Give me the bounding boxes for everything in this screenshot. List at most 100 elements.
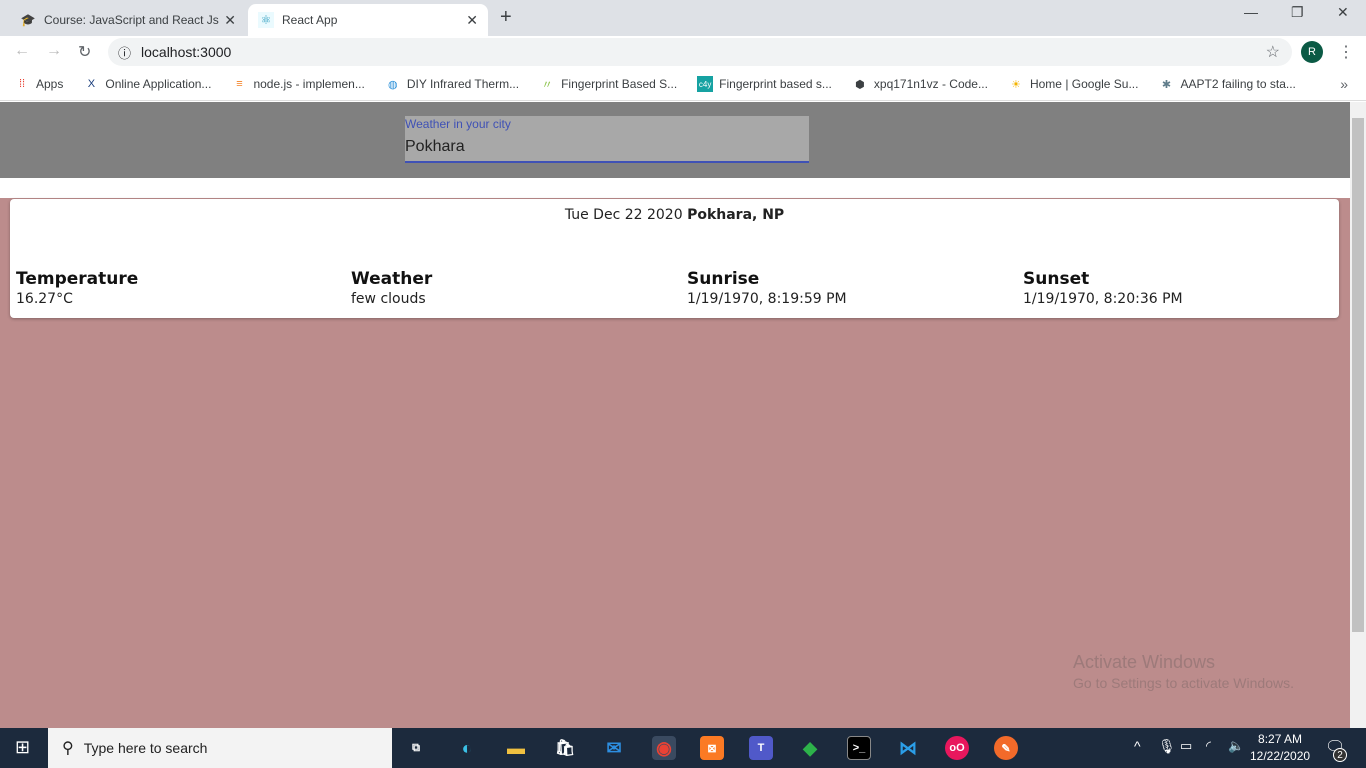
city-search-label: Weather in your city <box>405 117 511 131</box>
address-bar[interactable]: ⓘ localhost:3000 ☆ <box>108 38 1292 66</box>
location-text: Pokhara, NP <box>687 207 785 223</box>
apps-grid-icon: ⁞⁞ <box>18 78 26 90</box>
tab-title: React App <box>282 13 338 27</box>
c4y-icon: c4y <box>697 76 714 92</box>
app-diamond-icon[interactable]: ◆ <box>798 736 822 760</box>
file-explorer-icon[interactable]: ▬ <box>504 736 528 760</box>
bookmark-star-icon[interactable]: ☆ <box>1266 42 1280 62</box>
close-tab-icon[interactable]: ✕ <box>466 12 478 29</box>
page-scrollbar[interactable] <box>1350 102 1366 728</box>
close-window-button[interactable]: ✕ <box>1337 4 1349 21</box>
terminal-icon[interactable]: >_ <box>847 736 871 760</box>
bookmark-label: Home | Google Su... <box>1029 77 1139 91</box>
stat-value: 1/19/1970, 8:20:36 PM <box>1023 291 1183 307</box>
stat-value: few clouds <box>351 291 426 307</box>
reload-button[interactable]: ↻ <box>78 42 91 62</box>
more-bookmarks-icon[interactable]: » <box>1340 76 1348 92</box>
postman-icon[interactable]: ✎ <box>994 736 1018 760</box>
stat-value: 1/19/1970, 8:19:59 PM <box>687 291 847 307</box>
store-icon[interactable]: 🛍 <box>553 736 577 760</box>
bookmark-label: node.js - implemen... <box>253 77 365 91</box>
tab-strip: 🎓 Course: JavaScript and React Js ✕ ⚛ Re… <box>0 0 1366 36</box>
bookmark-item[interactable]: ◍ DIY Infrared Therm... <box>385 76 519 92</box>
chrome-icon[interactable]: ◉ <box>652 736 676 760</box>
bookmark-label: Fingerprint Based S... <box>561 77 678 91</box>
app-bar: Weather in your city <box>0 102 1350 178</box>
bookmark-item[interactable]: ≡ node.js - implemen... <box>231 76 365 92</box>
city-search-input[interactable] <box>405 138 809 156</box>
bookmark-label: Fingerprint based s... <box>719 77 832 91</box>
microphone-icon[interactable]: 🎙 <box>1158 738 1176 755</box>
stat-title: Sunrise <box>687 269 760 289</box>
scrollbar-thumb[interactable] <box>1352 118 1364 632</box>
stat-title: Weather <box>351 269 433 289</box>
globe-icon: ◍ <box>388 78 398 91</box>
react-icon: ⚛ <box>258 12 274 28</box>
notification-badge: 2 <box>1333 748 1347 762</box>
weather-card: Tue Dec 22 2020 Pokhara, NP Temperature 1… <box>10 199 1339 318</box>
teams-icon[interactable]: T <box>749 736 773 760</box>
mail-icon[interactable]: ✉ <box>602 736 626 760</box>
wifi-icon[interactable]: ◜ <box>1206 738 1211 754</box>
search-icon: ⚲ <box>62 740 74 757</box>
sun-icon: ☀ <box>1011 78 1021 91</box>
bookmarks-bar: ⁞⁞ Apps X Online Application... ≡ node.js -… <box>0 68 1366 101</box>
bookmark-item[interactable]: c4y Fingerprint based s... <box>697 76 832 92</box>
graduation-cap-icon: 🎓 <box>20 13 36 27</box>
tab-course[interactable]: 🎓 Course: JavaScript and React Js ✕ <box>10 4 246 36</box>
stat-sunrise: Sunrise 1/19/1970, 8:19:59 PM <box>687 269 847 307</box>
bookmark-apps[interactable]: ⁞⁞ Apps <box>14 76 63 92</box>
tab-react-app[interactable]: ⚛ React App ✕ <box>248 4 488 36</box>
spacer <box>0 178 1350 198</box>
watermark-title: Activate Windows <box>1073 652 1216 672</box>
bookmark-label: Apps <box>36 77 64 91</box>
bookmark-item[interactable]: X Online Application... <box>83 76 212 92</box>
bookmark-label: AAPT2 failing to sta... <box>1180 77 1296 91</box>
bookmark-item[interactable]: ☀ Home | Google Su... <box>1008 76 1139 92</box>
taskbar-search[interactable]: ⚲ Type here to search <box>48 728 392 768</box>
activate-windows-watermark: Activate Windows Go to Settings to activ… <box>1073 652 1294 691</box>
codesandbox-icon: ⬢ <box>855 78 865 91</box>
back-button[interactable]: ← <box>14 42 30 60</box>
stat-weather: Weather few clouds <box>351 269 432 307</box>
xampp-icon[interactable]: ⊠ <box>700 736 724 760</box>
volume-icon[interactable]: 🔈 <box>1228 738 1244 754</box>
time-text: 8:27 AM <box>1258 732 1303 746</box>
minimize-button[interactable]: — <box>1244 4 1258 20</box>
forward-button[interactable]: → <box>46 42 62 60</box>
bookmark-label: DIY Infrared Therm... <box>406 77 520 91</box>
show-hidden-icons[interactable]: ^ <box>1134 738 1141 754</box>
app-page: Weather in your city Tue Dec 22 2020 Pok… <box>0 102 1350 728</box>
bug-icon: ✱ <box>1161 78 1172 91</box>
browser-toolbar: ← → ↻ ⓘ localhost:3000 ☆ R ⋮ <box>0 36 1366 68</box>
x-logo-icon: X <box>87 78 96 90</box>
date-text: Tue Dec 22 2020 <box>564 207 683 223</box>
restore-button[interactable]: ❐ <box>1291 4 1304 21</box>
menu-icon[interactable]: ⋮ <box>1338 42 1354 62</box>
info-icon: ⓘ <box>118 45 132 61</box>
watermark-subtitle: Go to Settings to activate Windows. <box>1073 675 1294 691</box>
oo-app-icon[interactable]: oO <box>945 736 969 760</box>
stat-value: 16.27°C <box>16 291 73 307</box>
task-view-icon[interactable]: ⧉ <box>404 736 428 760</box>
new-tab-button[interactable]: + <box>500 6 512 29</box>
bookmark-item[interactable]: ⬢ xpq171n1vz - Code... <box>852 76 988 92</box>
vscode-icon[interactable]: ⋈ <box>896 736 920 760</box>
date-text: 12/22/2020 <box>1250 749 1311 763</box>
battery-icon[interactable]: ▭ <box>1180 738 1192 754</box>
bookmark-item[interactable]: ✱ AAPT2 failing to sta... <box>1158 76 1296 92</box>
stackoverflow-icon: ≡ <box>236 78 243 90</box>
search-placeholder: Type here to search <box>83 740 208 756</box>
stat-title: Temperature <box>16 269 139 289</box>
taskbar: ⊞ ⚲ Type here to search ⧉ ◐ ▬ 🛍 ✉ ◉ ⊠ T ◆… <box>0 728 1366 768</box>
clock[interactable]: 8:27 AM 12/22/2020 <box>1250 731 1310 765</box>
edge-icon[interactable]: ◐ <box>455 736 479 760</box>
profile-avatar[interactable]: R <box>1301 41 1323 63</box>
close-tab-icon[interactable]: ✕ <box>224 12 236 29</box>
city-search-field[interactable]: Weather in your city <box>405 116 809 163</box>
bookmark-item[interactable]: 〃 Fingerprint Based S... <box>539 76 678 92</box>
stat-temperature: Temperature 16.27°C <box>16 269 138 307</box>
tab-title: Course: JavaScript and React Js <box>44 13 219 27</box>
windows-start-icon[interactable]: ⊞ <box>15 737 30 758</box>
stat-sunset: Sunset 1/19/1970, 8:20:36 PM <box>1023 269 1183 307</box>
